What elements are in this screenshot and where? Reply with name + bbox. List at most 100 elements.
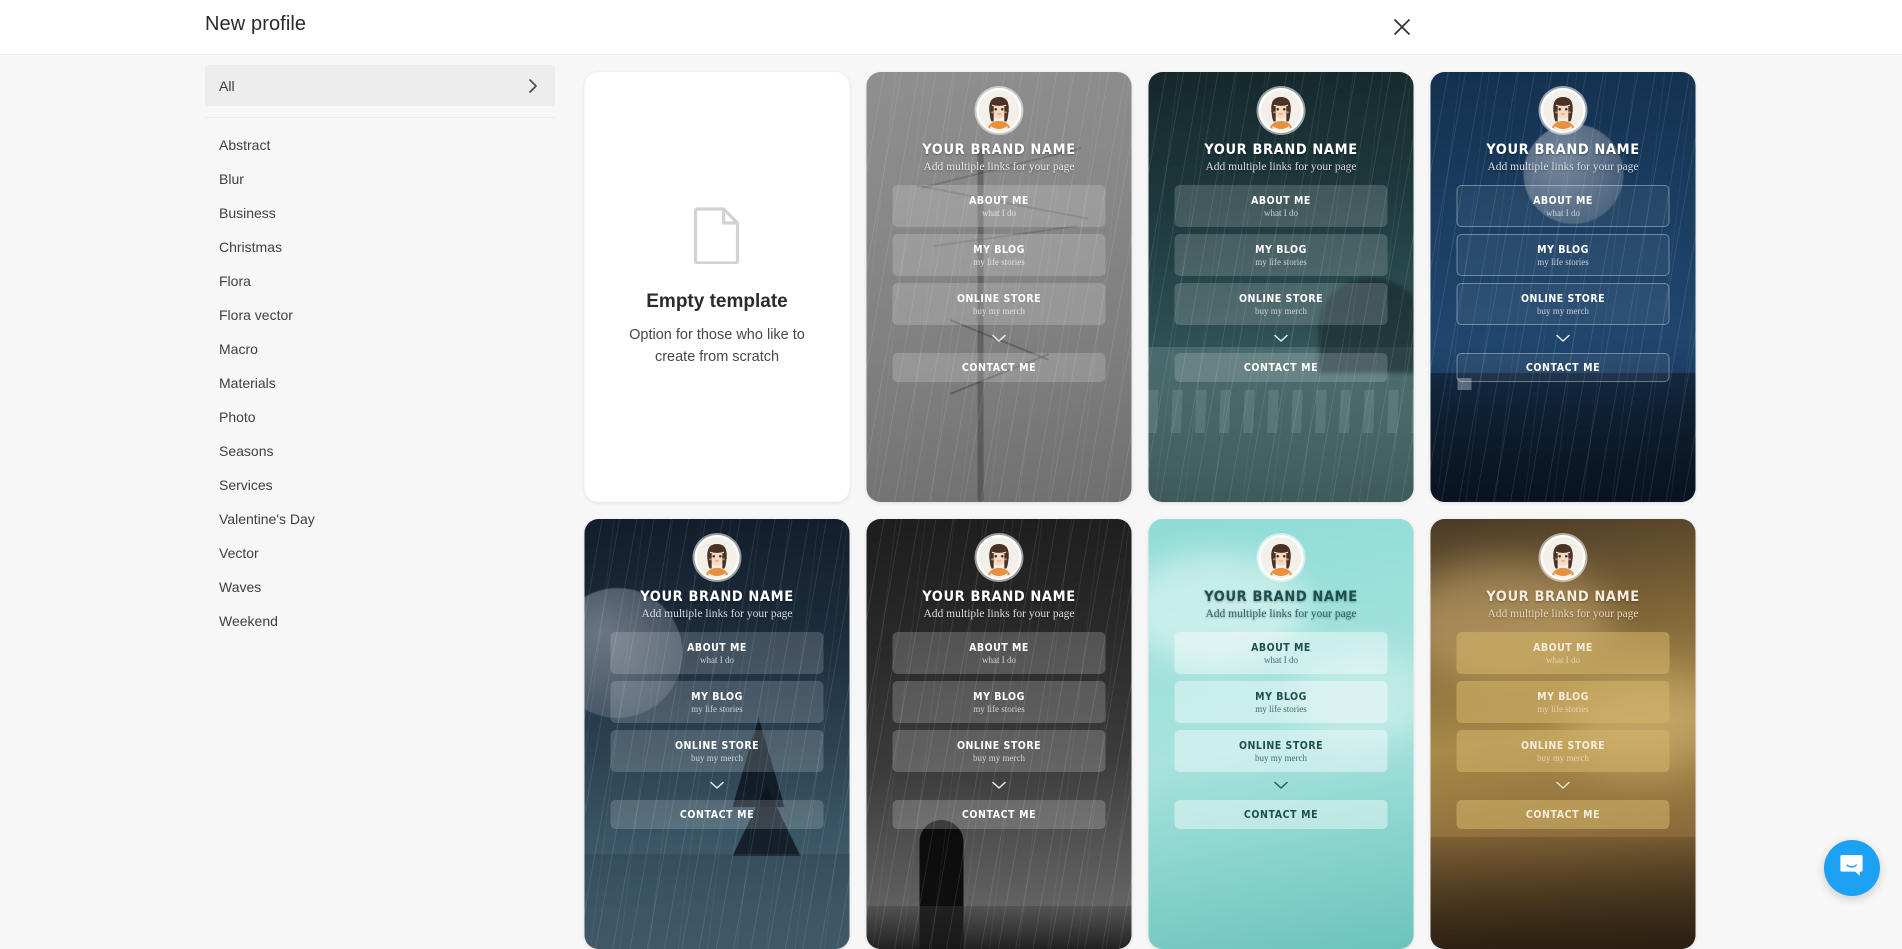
template-card-blue-moon-forest[interactable]: YOUR BRAND NAME Add multiple links for y… xyxy=(584,519,850,949)
sidebar-item-vector[interactable]: Vector xyxy=(205,536,555,570)
empty-template-subtitle: Option for those who like to create from… xyxy=(629,327,805,365)
template-link-button[interactable]: ABOUT ME what I do xyxy=(1174,185,1388,227)
sidebar-item-seasons[interactable]: Seasons xyxy=(205,434,555,468)
template-tagline: Add multiple links for your page xyxy=(1205,161,1357,173)
category-list: Abstract Blur Business Christmas Flora F… xyxy=(205,117,555,638)
template-brand-name: YOUR BRAND NAME xyxy=(1486,589,1640,605)
template-link-subtitle: buy my merch xyxy=(1537,752,1589,763)
template-link-subtitle: my life stories xyxy=(691,703,743,714)
sidebar-item-all[interactable]: All xyxy=(205,65,555,106)
template-link-subtitle: what I do xyxy=(1546,207,1580,218)
sidebar-item-label: Waves xyxy=(219,579,262,595)
template-link-button[interactable]: MY BLOG my life stories xyxy=(610,681,824,723)
sidebar-item-label: Vector xyxy=(219,545,259,561)
template-grid: Empty template Option for those who like… xyxy=(584,55,1902,949)
template-contact-label: CONTACT ME xyxy=(1243,808,1319,821)
template-link-button[interactable]: ABOUT ME what I do xyxy=(610,632,824,674)
template-card-grey-rain-figure[interactable]: YOUR BRAND NAME Add multiple links for y… xyxy=(866,519,1132,949)
template-contact-button[interactable]: CONTACT ME xyxy=(892,800,1106,829)
chevron-down-icon[interactable] xyxy=(1149,781,1414,790)
template-card-golden-brown[interactable]: YOUR BRAND NAME Add multiple links for y… xyxy=(1430,519,1696,949)
sidebar-item-blur[interactable]: Blur xyxy=(205,162,555,196)
template-contact-label: CONTACT ME xyxy=(1243,361,1319,374)
template-contact-button[interactable]: CONTACT ME xyxy=(1456,353,1670,382)
sidebar-item-weekend[interactable]: Weekend xyxy=(205,604,555,638)
sidebar-item-label: Blur xyxy=(219,171,244,187)
template-tagline: Add multiple links for your page xyxy=(1487,608,1639,620)
template-card-mint-turquoise[interactable]: YOUR BRAND NAME Add multiple links for y… xyxy=(1148,519,1414,949)
chat-launcher-button[interactable] xyxy=(1824,840,1880,896)
sidebar-item-christmas[interactable]: Christmas xyxy=(205,230,555,264)
sidebar-item-label: Seasons xyxy=(219,443,274,459)
template-contact-button[interactable]: CONTACT ME xyxy=(1174,800,1388,829)
category-sidebar: All Abstract Blur Business Christmas Flo… xyxy=(0,55,585,916)
avatar-woman-icon xyxy=(1540,535,1586,580)
template-card-empty[interactable]: Empty template Option for those who like… xyxy=(584,72,850,502)
sidebar-item-macro[interactable]: Macro xyxy=(205,332,555,366)
template-link-button[interactable]: MY BLOG my life stories xyxy=(892,681,1106,723)
template-card-grey-bare-tree[interactable]: YOUR BRAND NAME Add multiple links for y… xyxy=(866,72,1132,502)
sidebar-item-label: Valentine's Day xyxy=(219,511,315,527)
sidebar-item-label: Christmas xyxy=(219,239,283,255)
template-brand-name: YOUR BRAND NAME xyxy=(1486,142,1640,158)
template-link-button[interactable]: ABOUT ME what I do xyxy=(1174,632,1388,674)
sidebar-item-photo[interactable]: Photo xyxy=(205,400,555,434)
chevron-down-icon[interactable] xyxy=(867,334,1132,343)
template-link-button[interactable]: ONLINE STORE buy my merch xyxy=(1174,283,1388,325)
template-link-button[interactable]: MY BLOG my life stories xyxy=(1174,234,1388,276)
template-link-button[interactable]: ONLINE STORE buy my merch xyxy=(1456,283,1670,325)
template-link-button[interactable]: MY BLOG my life stories xyxy=(1456,234,1670,276)
template-links: ABOUT ME what I do MY BLOG my life stori… xyxy=(610,632,824,779)
template-link-button[interactable]: ONLINE STORE buy my merch xyxy=(892,730,1106,772)
sidebar-item-flora-vector[interactable]: Flora vector xyxy=(205,298,555,332)
sidebar-item-business[interactable]: Business xyxy=(205,196,555,230)
sidebar-item-flora[interactable]: Flora xyxy=(205,264,555,298)
template-link-button[interactable]: ABOUT ME what I do xyxy=(892,632,1106,674)
close-button[interactable] xyxy=(1385,10,1419,44)
template-link-subtitle: my life stories xyxy=(1255,703,1307,714)
template-card-navy-moon-night[interactable]: YOUR BRAND NAME Add multiple links for y… xyxy=(1430,72,1696,502)
template-link-subtitle: what I do xyxy=(700,654,734,665)
sidebar-item-label: Materials xyxy=(219,375,276,391)
template-link-button[interactable]: ONLINE STORE buy my merch xyxy=(892,283,1106,325)
sidebar-item-materials[interactable]: Materials xyxy=(205,366,555,400)
template-link-button[interactable]: ABOUT ME what I do xyxy=(892,185,1106,227)
template-link-button[interactable]: ABOUT ME what I do xyxy=(1456,632,1670,674)
template-link-button[interactable]: ONLINE STORE buy my merch xyxy=(610,730,824,772)
template-links: ABOUT ME what I do MY BLOG my life stori… xyxy=(1456,185,1670,332)
template-contact-button[interactable]: CONTACT ME xyxy=(1456,800,1670,829)
modal-header: New profile xyxy=(0,0,1902,55)
avatar-woman-icon xyxy=(1258,535,1304,580)
template-link-title: ABOUT ME xyxy=(969,194,1029,207)
template-link-subtitle: buy my merch xyxy=(691,752,743,763)
chevron-down-icon[interactable] xyxy=(585,781,850,790)
template-link-subtitle: my life stories xyxy=(1537,703,1589,714)
template-link-button[interactable]: MY BLOG my life stories xyxy=(892,234,1106,276)
chevron-down-icon[interactable] xyxy=(867,781,1132,790)
template-contact-button[interactable]: CONTACT ME xyxy=(892,353,1106,382)
template-link-button[interactable]: ONLINE STORE buy my merch xyxy=(1174,730,1388,772)
template-link-title: ABOUT ME xyxy=(969,641,1029,654)
chevron-down-icon[interactable] xyxy=(1431,781,1696,790)
template-contact-button[interactable]: CONTACT ME xyxy=(1174,353,1388,382)
template-card-dark-teal-ocean[interactable]: YOUR BRAND NAME Add multiple links for y… xyxy=(1148,72,1414,502)
sidebar-item-abstract[interactable]: Abstract xyxy=(205,128,555,162)
template-contact-button[interactable]: CONTACT ME xyxy=(610,800,824,829)
template-preview: YOUR BRAND NAME Add multiple links for y… xyxy=(866,519,1132,949)
avatar-woman-icon xyxy=(976,88,1022,133)
template-link-title: ABOUT ME xyxy=(687,641,747,654)
sidebar-item-services[interactable]: Services xyxy=(205,468,555,502)
sidebar-item-valentines-day[interactable]: Valentine's Day xyxy=(205,502,555,536)
avatar-woman-icon xyxy=(1258,88,1304,133)
template-link-button[interactable]: ONLINE STORE buy my merch xyxy=(1456,730,1670,772)
chevron-down-icon[interactable] xyxy=(1431,334,1696,343)
template-link-button[interactable]: MY BLOG my life stories xyxy=(1456,681,1670,723)
modal-body: All Abstract Blur Business Christmas Flo… xyxy=(0,55,1902,949)
template-link-button[interactable]: ABOUT ME what I do xyxy=(1456,185,1670,227)
template-link-title: ONLINE STORE xyxy=(956,739,1042,752)
template-link-subtitle: my life stories xyxy=(1537,256,1589,267)
chevron-down-icon[interactable] xyxy=(1149,334,1414,343)
sidebar-item-label: Flora xyxy=(219,273,251,289)
template-link-button[interactable]: MY BLOG my life stories xyxy=(1174,681,1388,723)
sidebar-item-waves[interactable]: Waves xyxy=(205,570,555,604)
